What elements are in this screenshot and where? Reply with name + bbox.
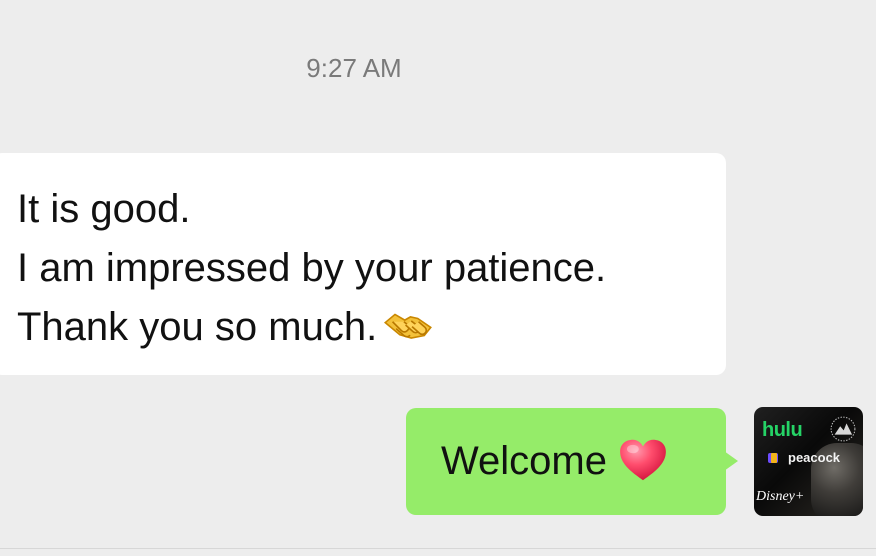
heart-icon [620,440,666,481]
bottom-divider [0,548,876,549]
outgoing-message-tail [724,451,738,471]
message-timestamp: 9:27 AM [306,53,402,83]
incoming-message-line-with-emoji: Thank you so much. [17,298,726,357]
handshake-icon [384,313,433,340]
outgoing-message-bubble[interactable]: Welcome [406,408,726,515]
incoming-message-line: It is good. [17,187,191,231]
incoming-message-line: I am impressed by your patience. [17,246,607,290]
peacock-logo: peacock [788,450,841,465]
outgoing-message-text: Welcome [441,439,607,483]
hulu-logo: hulu [762,419,803,441]
disney-plus-logo: Disney+ [756,489,805,504]
paramount-mountain-icon [830,416,856,442]
chat-screen: 9:27 AM It is good. I am impressed by yo… [0,0,876,556]
avatar[interactable]: hulu peacock Disney+ [754,407,863,516]
incoming-message-line-text: Thank you so much. [17,305,378,349]
gold-badge-icon [771,453,777,463]
incoming-message-bubble[interactable]: It is good. I am impressed by your patie… [0,153,726,375]
